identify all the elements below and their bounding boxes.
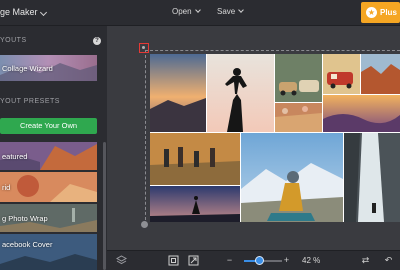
- photo-vintage-cars: [275, 54, 322, 102]
- photo-sunset-lake: [150, 54, 206, 132]
- preset-grid[interactable]: rid: [0, 172, 97, 202]
- photo-hikers-autumn: [150, 133, 240, 185]
- preset-featured[interactable]: eatured: [0, 142, 97, 170]
- fit-screen-icon[interactable]: [168, 255, 179, 266]
- zoom-slider-handle[interactable]: [255, 256, 265, 265]
- photo-cell-climber[interactable]: [207, 54, 274, 132]
- preset-label: g Photo Wrap: [2, 214, 48, 223]
- bottom-toolbar: − + 42 % ⇄ ↶: [107, 250, 400, 270]
- canvas-workspace[interactable]: [107, 26, 400, 250]
- save-label: Save: [217, 7, 236, 16]
- photo-desert-canyon: [361, 54, 400, 94]
- chevron-down-icon: [194, 7, 201, 13]
- canvas-resize-handle-top-left[interactable]: [139, 43, 149, 53]
- photo-cell-canyon[interactable]: [361, 54, 400, 94]
- photo-flowers-boardwalk: [275, 103, 322, 132]
- create-your-own-button[interactable]: Create Your Own: [0, 118, 97, 134]
- zoom-in-icon[interactable]: +: [281, 255, 292, 266]
- photo-cell-red-van[interactable]: [323, 54, 360, 94]
- photo-cell-mountain-hiker[interactable]: [241, 133, 343, 222]
- photo-climber-silhouette: [207, 54, 274, 132]
- collage-wizard-button[interactable]: Collage Wizard: [0, 55, 97, 81]
- photo-cell-waterfall[interactable]: [344, 133, 400, 222]
- sidebar-scrollbar[interactable]: [103, 142, 106, 270]
- canvas-guide-vertical: [145, 50, 146, 225]
- open-label: Open: [172, 7, 192, 16]
- collage-wizard-label: Collage Wizard: [2, 64, 53, 73]
- layers-icon[interactable]: [115, 255, 128, 266]
- zoom-percent: 42 %: [302, 256, 321, 265]
- app-root: ge Maker Open Save ★ Plus YOUTS ? Collag…: [0, 0, 400, 270]
- help-icon[interactable]: ?: [93, 37, 101, 45]
- preset-label: acebook Cover: [2, 240, 53, 249]
- plus-label: Plus: [380, 8, 397, 17]
- photo-cell-vintage-cars[interactable]: [275, 54, 322, 102]
- app-title[interactable]: ge Maker: [0, 7, 38, 17]
- chevron-down-icon: [238, 7, 245, 13]
- layouts-heading: YOUTS: [0, 37, 27, 44]
- photo-waterfall: [344, 133, 400, 222]
- photo-red-van-desert: [323, 54, 360, 94]
- chevron-down-icon[interactable]: [39, 8, 48, 17]
- star-icon: ★: [366, 7, 377, 18]
- top-bar: ge Maker Open Save ★ Plus: [0, 0, 400, 26]
- plus-upgrade-button[interactable]: ★ Plus: [361, 2, 400, 23]
- preset-label: eatured: [2, 152, 28, 161]
- zoom-out-icon[interactable]: −: [224, 255, 235, 266]
- photo-cell-dunes[interactable]: [323, 95, 400, 132]
- photo-cell-starry-night[interactable]: [150, 186, 240, 222]
- photo-cell-sunset-lake[interactable]: [150, 54, 206, 132]
- swap-icon[interactable]: ⇄: [360, 255, 371, 266]
- canvas-resize-handle-bottom[interactable]: [141, 221, 148, 228]
- photo-person-starry-night: [150, 186, 240, 222]
- photo-hiker-mountain: [241, 133, 343, 222]
- undo-icon[interactable]: ↶: [383, 255, 394, 266]
- canvas-guide-horizontal: [145, 50, 400, 51]
- preset-grid-image: [0, 172, 97, 202]
- expand-icon[interactable]: [188, 255, 199, 266]
- save-menu-button[interactable]: Save: [217, 7, 245, 16]
- presets-heading: YOUT PRESETS: [0, 98, 60, 105]
- photo-cell-flowers[interactable]: [275, 103, 322, 132]
- open-menu-button[interactable]: Open: [172, 7, 201, 16]
- preset-facebook-cover[interactable]: acebook Cover: [0, 234, 97, 270]
- preset-big-photo-wrap[interactable]: g Photo Wrap: [0, 204, 97, 232]
- sidebar: YOUTS ? Collage Wizard YOUT PRESETS Crea…: [0, 26, 107, 270]
- photo-cell-hikers[interactable]: [150, 133, 240, 185]
- collage-canvas[interactable]: [150, 54, 400, 222]
- photo-desert-dunes-sunset: [323, 95, 400, 132]
- preset-label: rid: [2, 183, 11, 192]
